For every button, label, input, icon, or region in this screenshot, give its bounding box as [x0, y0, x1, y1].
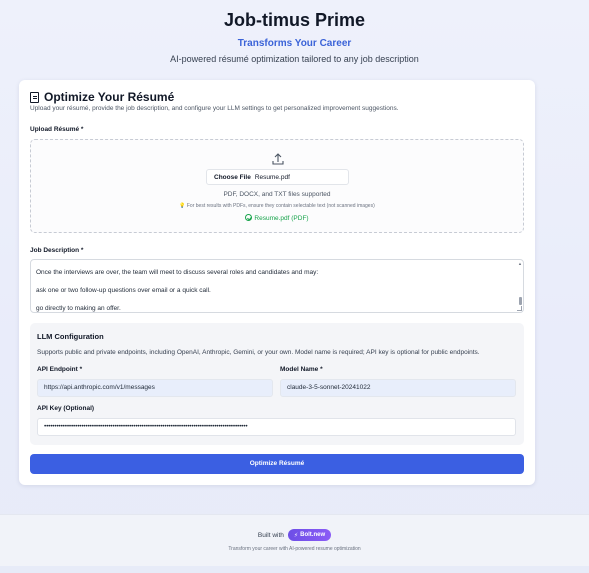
llm-config-title: LLM Configuration	[37, 332, 104, 341]
upload-label: Upload Résumé *	[30, 126, 84, 133]
resize-handle[interactable]	[517, 306, 522, 311]
upload-icon	[272, 153, 284, 165]
choose-file-button[interactable]: Choose File	[207, 174, 255, 181]
scrollbar-thumb[interactable]	[519, 297, 522, 305]
subtitle: AI-powered résumé optimization tailored …	[170, 54, 419, 64]
bolt-badge-label: Bolt.new	[300, 532, 326, 538]
llm-config-panel: LLM Configuration Supports public and pr…	[30, 323, 524, 445]
jd-line: ask one or two follow-up questions over …	[36, 287, 211, 294]
footer-note: Transform your career with AI-powered re…	[228, 546, 361, 552]
card-description: Upload your résumé, provide the job desc…	[30, 105, 399, 112]
bolt-badge[interactable]: ⚡ Bolt.new	[287, 529, 332, 541]
document-icon	[30, 91, 39, 103]
check-circle-icon	[245, 214, 253, 221]
lightning-icon: ⚡	[293, 532, 299, 539]
pdf-tip: 💡 For best results with PDFs, ensure the…	[31, 203, 523, 209]
tagline: Transforms Your Career	[237, 38, 352, 49]
optimize-resume-button[interactable]: Optimize Résumé	[30, 454, 524, 474]
api-key-input[interactable]: ••••••••••••••••••••••••••••••••••••••••…	[37, 418, 516, 436]
selected-file-text: Resume.pdf (PDF)	[254, 215, 309, 222]
jd-line: Once the interviews are over, the team w…	[36, 269, 319, 276]
jd-line: go directly to making an offer.	[36, 305, 121, 312]
job-description-label: Job Description *	[30, 247, 84, 254]
selected-file: Resume.pdf (PDF)	[31, 214, 523, 222]
api-key-label: API Key (Optional)	[37, 405, 95, 412]
chosen-file-name: Resume.pdf	[254, 173, 290, 181]
lightbulb-icon: 💡	[179, 203, 186, 209]
llm-config-description: Supports public and private endpoints, i…	[37, 349, 480, 356]
pdf-tip-text: For best results with PDFs, ensure they …	[186, 203, 375, 209]
model-name-input[interactable]: claude-3-5-sonnet-20241022	[280, 379, 516, 397]
app-title: Job-timus Prime	[223, 10, 366, 30]
api-endpoint-label: API Endpoint *	[37, 366, 83, 373]
card-title: Optimize Your Résumé	[30, 90, 174, 104]
optimize-card: Optimize Your Résumé Upload your résumé,…	[19, 80, 535, 485]
api-endpoint-input[interactable]: https://api.anthropic.com/v1/messages	[37, 379, 273, 397]
supported-formats: PDF, DOCX, and TXT files supported	[223, 191, 331, 198]
card-title-text: Optimize Your Résumé	[44, 90, 175, 104]
built-with-row: Built with ⚡ Bolt.new	[0, 529, 589, 541]
job-description-textarea[interactable]: Once the interviews are over, the team w…	[30, 259, 524, 313]
scroll-up-icon[interactable]: ▲	[518, 261, 522, 266]
file-input[interactable]: Choose File Resume.pdf	[206, 169, 349, 185]
built-with-text: Built with	[257, 531, 284, 539]
model-name-label: Model Name *	[280, 366, 323, 373]
footer: Built with ⚡ Bolt.new Transform your car…	[0, 514, 589, 566]
resume-dropzone[interactable]: Choose File Resume.pdf PDF, DOCX, and TX…	[30, 139, 524, 233]
